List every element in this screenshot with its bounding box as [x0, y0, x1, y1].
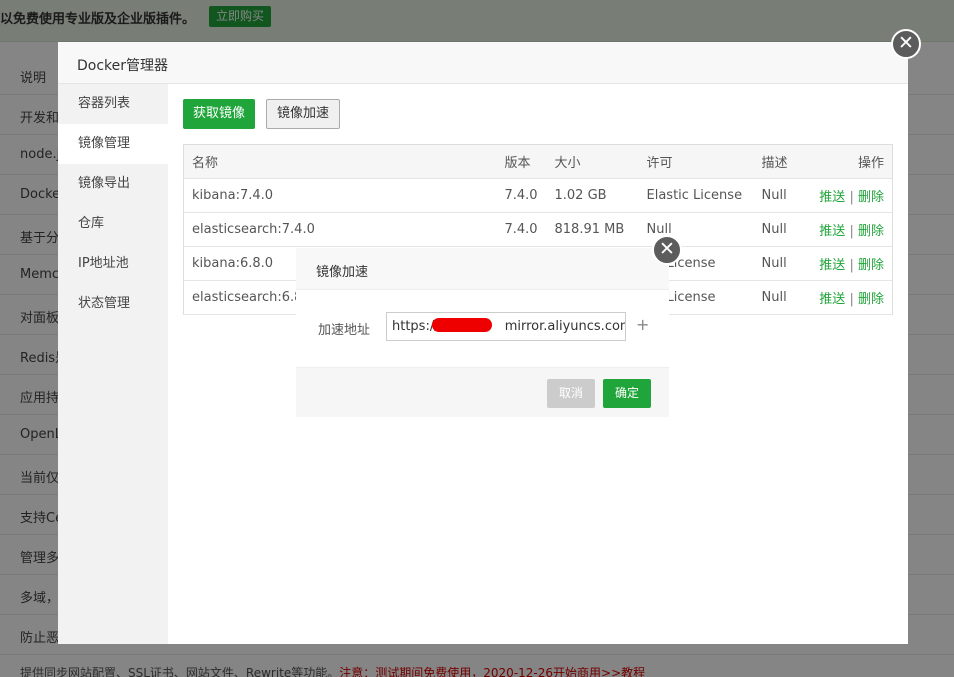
sidebar-item-status[interactable]: 状态管理 — [58, 284, 168, 324]
add-icon[interactable]: + — [636, 315, 649, 334]
cell-size: 818.91 MB — [546, 212, 639, 247]
dialog-close-icon[interactable]: ✕ — [652, 235, 682, 265]
action-separator: | — [849, 292, 854, 307]
dialog-header: 镜像加速 — [296, 248, 669, 290]
sidebar-item-image-export[interactable]: 镜像导出 — [58, 164, 168, 204]
cell-actions: 推送 | 删除 — [808, 178, 893, 213]
acceleration-dialog: 镜像加速 加速地址 + 取消 确定 — [296, 248, 669, 417]
modal-title: Docker管理器 — [77, 58, 169, 74]
cell-license: Elastic License — [638, 178, 754, 213]
cell-description: Null — [753, 280, 809, 315]
sidebar-item-ip-pool[interactable]: IP地址池 — [58, 244, 168, 284]
table-header-row: 名称 版本 大小 许可 描述 操作 — [183, 144, 893, 179]
delete-link[interactable]: 删除 — [858, 258, 884, 273]
delete-link[interactable]: 删除 — [858, 190, 884, 205]
cancel-button[interactable]: 取消 — [547, 379, 596, 408]
cell-size: 1.02 GB — [546, 178, 639, 213]
cell-actions: 推送 | 删除 — [808, 280, 893, 315]
modal-header: Docker管理器 — [58, 42, 908, 84]
col-actions: 操作 — [808, 144, 893, 179]
action-separator: | — [849, 190, 854, 205]
col-name: 名称 — [183, 144, 497, 179]
delete-link[interactable]: 删除 — [858, 292, 884, 307]
col-size: 大小 — [546, 144, 639, 179]
push-link[interactable]: 推送 — [819, 292, 845, 307]
cell-name: elasticsearch:7.4.0 — [183, 212, 497, 247]
cell-description: Null — [753, 246, 809, 281]
action-separator: | — [849, 258, 854, 273]
redaction-mark — [432, 318, 492, 332]
col-license: 许可 — [638, 144, 754, 179]
action-separator: | — [849, 224, 854, 239]
sidebar-item-containers[interactable]: 容器列表 — [58, 84, 168, 124]
cell-name: kibana:7.4.0 — [183, 178, 497, 213]
fetch-image-button[interactable]: 获取镜像 — [183, 99, 256, 129]
image-acceleration-button[interactable]: 镜像加速 — [266, 99, 341, 129]
close-icon[interactable]: ✕ — [891, 29, 921, 59]
cell-description: Null — [753, 212, 809, 247]
accel-url-input[interactable] — [386, 312, 626, 341]
push-link[interactable]: 推送 — [819, 224, 845, 239]
sidebar-item-images[interactable]: 镜像管理 — [58, 124, 168, 164]
sidebar-item-repository[interactable]: 仓库 — [58, 204, 168, 244]
modal-sidebar: 容器列表 镜像管理 镜像导出 仓库 IP地址池 状态管理 — [58, 84, 168, 644]
dialog-title: 镜像加速 — [316, 265, 369, 280]
accel-url-label: 加速地址 — [318, 323, 371, 338]
dialog-footer: 取消 确定 — [296, 367, 669, 417]
col-version: 版本 — [496, 144, 547, 179]
delete-link[interactable]: 删除 — [858, 224, 884, 239]
table-row: elasticsearch:7.4.0 7.4.0 818.91 MB Null… — [183, 212, 893, 247]
cell-version: 7.4.0 — [496, 178, 547, 213]
col-description: 描述 — [753, 144, 809, 179]
cell-description: Null — [753, 178, 809, 213]
cell-version: 7.4.0 — [496, 212, 547, 247]
cell-actions: 推送 | 删除 — [808, 212, 893, 247]
confirm-button[interactable]: 确定 — [603, 379, 652, 408]
push-link[interactable]: 推送 — [819, 190, 845, 205]
table-row: kibana:7.4.0 7.4.0 1.02 GB Elastic Licen… — [183, 178, 893, 213]
cell-actions: 推送 | 删除 — [808, 246, 893, 281]
push-link[interactable]: 推送 — [819, 258, 845, 273]
